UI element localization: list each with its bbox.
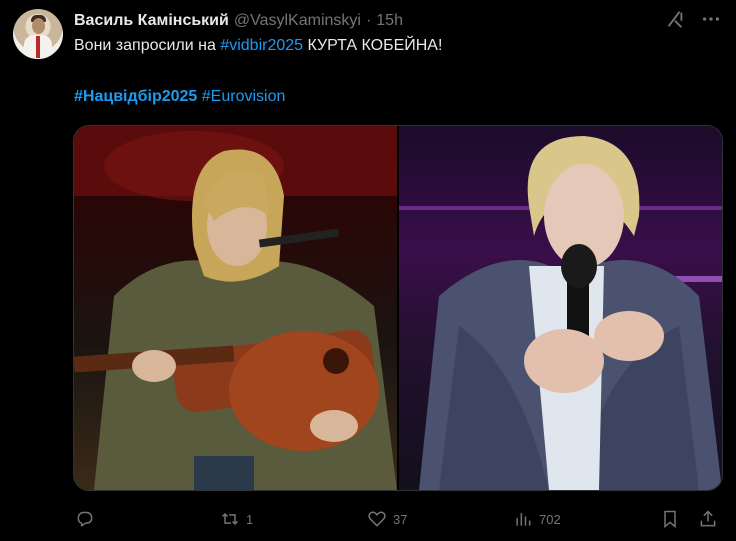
tweet-media[interactable] xyxy=(73,125,723,491)
reply-button[interactable] xyxy=(75,505,101,533)
tweet-time[interactable]: 15h xyxy=(376,12,403,30)
reply-icon xyxy=(77,511,93,527)
media-photo-left[interactable] xyxy=(74,126,397,490)
like-button[interactable]: 37 xyxy=(367,505,407,533)
media-photo-right[interactable] xyxy=(399,126,722,490)
retweet-count: 1 xyxy=(246,511,254,527)
author-name[interactable]: Василь Камінський xyxy=(74,12,229,30)
tweet-header: Василь Камінський @VasylKaminskyi · 15h xyxy=(74,11,403,31)
bookmark-icon xyxy=(664,510,676,529)
like-icon xyxy=(368,511,386,527)
action-bar: 1 37 702 xyxy=(0,505,736,533)
views-count: 702 xyxy=(539,511,561,527)
share-button[interactable] xyxy=(698,505,718,533)
tweet-text: Вони запросили на #vidbir2025 КУРТА КОБЕ… xyxy=(74,37,442,55)
grok-icon[interactable] xyxy=(664,8,686,30)
author-handle[interactable]: @VasylKaminskyi xyxy=(234,12,361,30)
more-icon[interactable] xyxy=(700,8,722,30)
views-button[interactable]: 702 xyxy=(513,505,561,533)
views-icon xyxy=(516,513,531,526)
tweet-text-after: КУРТА КОБЕЙНА! xyxy=(303,37,443,54)
retweet-icon xyxy=(221,512,239,526)
hashtag-vidbir2025[interactable]: #vidbir2025 xyxy=(220,37,303,54)
hashtag-natsvidbir2025[interactable]: #Нацвідбір2025 xyxy=(74,88,197,105)
bookmark-button[interactable] xyxy=(660,505,680,533)
author-avatar[interactable] xyxy=(13,9,63,59)
share-icon xyxy=(700,510,716,527)
retweet-button[interactable]: 1 xyxy=(220,505,253,533)
like-count: 37 xyxy=(393,511,408,527)
separator-dot: · xyxy=(365,12,372,29)
tweet-text-before: Вони запросили на xyxy=(74,37,221,54)
tweet-hashtags: #Нацвідбір2025 #Eurovision xyxy=(74,88,285,106)
hashtag-eurovision[interactable]: #Eurovision xyxy=(202,88,286,105)
